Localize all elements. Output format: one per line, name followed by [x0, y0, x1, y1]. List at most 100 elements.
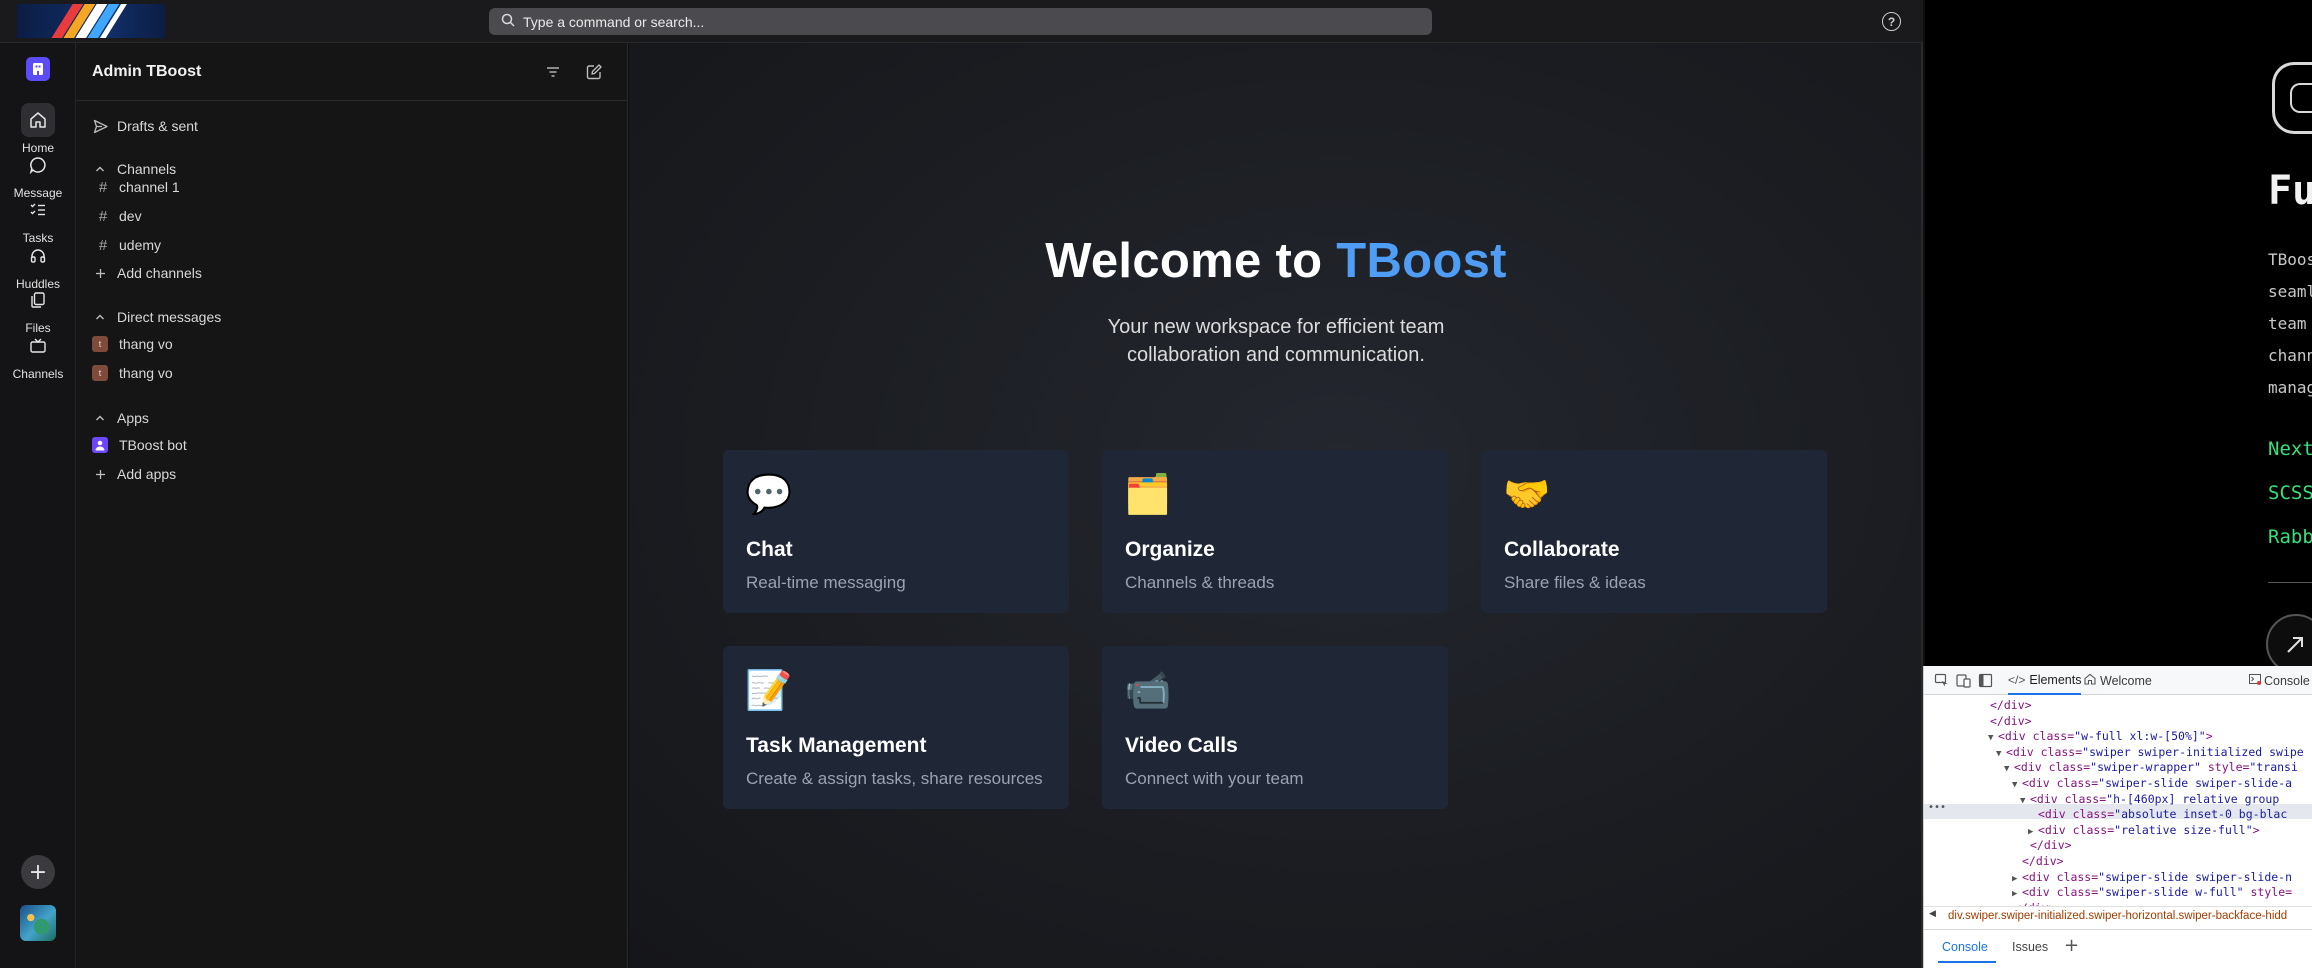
tab-elements[interactable]: </> Elements	[2008, 666, 2082, 695]
element-breadcrumb[interactable]: div.swiper.swiper-initialized.swiper-hor…	[1948, 910, 2287, 922]
dom-node-markup: <div class="w-full xl:w-[50%]">	[1998, 729, 2213, 744]
preview-text-line: seaml	[2268, 282, 2312, 301]
dom-node-line[interactable]: ▼ <div class="w-full xl:w-[50%]">	[1988, 729, 2213, 743]
console-icon	[2249, 673, 2261, 688]
expanded-triangle-icon[interactable]: ▼	[2004, 764, 2014, 774]
bot-icon	[92, 437, 108, 453]
user-avatar[interactable]	[20, 905, 56, 941]
welcome-subtitle-line: Your new workspace for efficient team	[1107, 316, 1445, 338]
apps-section-toggle[interactable]: Apps	[92, 406, 612, 430]
dm-name: thang vo	[119, 365, 173, 381]
workspace-icon[interactable]	[26, 57, 50, 81]
send-icon	[92, 119, 108, 134]
dm-section-toggle[interactable]: Direct messages	[92, 305, 612, 329]
dom-node-line[interactable]: </div>	[1980, 714, 2032, 728]
dom-node-markup: </div>	[2030, 838, 2072, 853]
inspect-icon[interactable]	[1933, 672, 1950, 689]
card-title: Organize	[1125, 538, 1215, 561]
tab-console[interactable]: Console	[2249, 666, 2310, 695]
device-toggle-icon[interactable]	[1955, 672, 1972, 689]
dom-node-markup: </div>	[1990, 713, 2032, 728]
filter-icon[interactable]	[543, 62, 563, 82]
dom-node-line[interactable]: </div>	[1980, 698, 2032, 712]
sidebar-item-dm[interactable]: t thang vo	[92, 361, 612, 385]
drawer-tab-issues[interactable]: Issues	[2012, 940, 2048, 954]
expanded-triangle-icon[interactable]: ▼	[2020, 796, 2030, 806]
sidebar-item-channel-udemy[interactable]: # udemy	[95, 233, 615, 257]
compose-icon[interactable]	[584, 62, 604, 82]
drawer-tab-console[interactable]: Console	[1942, 940, 1988, 954]
drawer-tabs: Console Issues +	[1924, 929, 2312, 968]
dom-node-markup: </div>	[1990, 698, 2032, 712]
feature-card-video-calls[interactable]: 📹 Video Calls Connect with your team	[1102, 646, 1448, 809]
collapsed-triangle-icon[interactable]: ▶	[2012, 889, 2022, 899]
workspace-sidebar: Admin TBoost Drafts & sent Channels # ch…	[76, 43, 628, 968]
sidebar-item-dm[interactable]: t thang vo	[92, 332, 612, 356]
avatar: t	[92, 365, 108, 381]
tv-icon	[21, 329, 55, 363]
dom-node-line[interactable]: ▼ <div class="h-[460px] relative group	[2020, 792, 2279, 806]
hash-icon: #	[98, 207, 108, 225]
command-search-input[interactable]: Type a command or search...	[489, 8, 1432, 35]
feature-card-organize[interactable]: 🗂️ Organize Channels & threads	[1102, 450, 1448, 613]
dom-node-line[interactable]: <div class="absolute inset-0 bg-blac	[2028, 807, 2287, 821]
plus-icon[interactable]: +	[2064, 935, 2079, 956]
arrow-up-right-icon	[2287, 637, 2303, 653]
section-header-apps: Apps	[117, 410, 149, 426]
dom-node-line[interactable]: ▶ <div class="relative size-full">	[2028, 823, 2260, 837]
tasks-icon	[21, 193, 55, 227]
plus-icon	[92, 469, 108, 480]
preview-text-line: chann	[2268, 346, 2312, 365]
help-icon[interactable]: ?	[1882, 12, 1901, 31]
dom-node-line[interactable]: </div>	[2020, 838, 2072, 852]
preview-tech-item: SCSS	[2268, 482, 2312, 504]
preview-text-line: team	[2268, 314, 2307, 333]
dom-node-line[interactable]: ▶ <div class="swiper-slide swiper-slide-n	[2012, 870, 2292, 884]
expanded-triangle-icon[interactable]: ▼	[1996, 749, 2006, 759]
files-icon	[21, 283, 55, 317]
preview-heading: Fu	[2268, 168, 2312, 214]
add-apps-label: Add apps	[117, 466, 177, 482]
tab-label: Welcome	[2100, 673, 2152, 688]
feature-card-task-management[interactable]: 📝 Task Management Create & assign tasks,…	[723, 646, 1069, 809]
dom-node-line[interactable]: ▼ <div class="swiper swiper-initialized s…	[1996, 745, 2304, 759]
feature-card-chat[interactable]: 💬 Chat Real-time messaging	[723, 450, 1069, 613]
sidebar-item-app[interactable]: TBoost bot	[92, 433, 612, 457]
rail-item-tasks[interactable]: Tasks	[0, 193, 76, 245]
add-channels-button[interactable]: Add channels	[92, 261, 612, 285]
message-icon	[21, 148, 55, 182]
expanded-triangle-icon[interactable]: ▼	[1988, 733, 1998, 743]
dom-node-line[interactable]: ▶ <div class="swiper-slide w-full" style=	[2012, 885, 2292, 899]
add-apps-button[interactable]: Add apps	[92, 462, 612, 486]
collapsed-triangle-icon[interactable]: ▶	[2028, 827, 2038, 837]
dom-node-line[interactable]: </div>	[2012, 854, 2064, 868]
sidebar-item-drafts[interactable]: Drafts & sent	[92, 114, 612, 138]
rail-item-channels[interactable]: Channels	[0, 329, 76, 381]
tab-welcome[interactable]: Welcome	[2084, 666, 2152, 695]
search-icon	[501, 12, 515, 31]
sidebar-item-channel-dev[interactable]: # dev	[95, 204, 615, 228]
tab-label: Console	[2264, 673, 2310, 688]
feature-card-collaborate[interactable]: 🤝 Collaborate Share files & ideas	[1481, 450, 1827, 613]
preview-tech-item: Rabb	[2268, 526, 2312, 548]
rail-item-files[interactable]: Files	[0, 283, 76, 335]
dom-node-line[interactable]: ▼ <div class="swiper-slide swiper-slide-a	[2012, 776, 2292, 790]
expanded-triangle-icon[interactable]: ▼	[2012, 780, 2022, 790]
app-logo	[17, 4, 165, 38]
collapsed-triangle-icon[interactable]: ▶	[2012, 874, 2022, 884]
main-content: Welcome to TBoost Your new workspace for…	[629, 43, 1923, 968]
preview-divider	[2268, 582, 2312, 583]
dom-node-markup: <div class="swiper-wrapper" style="trans…	[2014, 760, 2298, 775]
dom-node-markup: </div>	[2022, 854, 2064, 868]
chevron-left-icon[interactable]: ◀	[1929, 909, 1936, 919]
dock-side-icon[interactable]	[1977, 672, 1994, 689]
dm-name: thang vo	[119, 336, 173, 352]
card-description: Share files & ideas	[1504, 573, 1646, 592]
dom-node-line[interactable]: ▼ <div class="swiper-wrapper" style="tran…	[2004, 760, 2298, 774]
more-options-icon[interactable]: •••	[1928, 802, 1946, 813]
memo-icon: 📝	[745, 668, 793, 712]
sidebar-item-channel-1[interactable]: # channel 1	[95, 175, 615, 199]
dom-node-markup: <div class="swiper-slide w-full" style=	[2022, 885, 2293, 900]
add-workspace-button[interactable]: +	[21, 855, 55, 889]
devtools-toolbar: </> Elements Welcome Console	[1924, 666, 2312, 695]
